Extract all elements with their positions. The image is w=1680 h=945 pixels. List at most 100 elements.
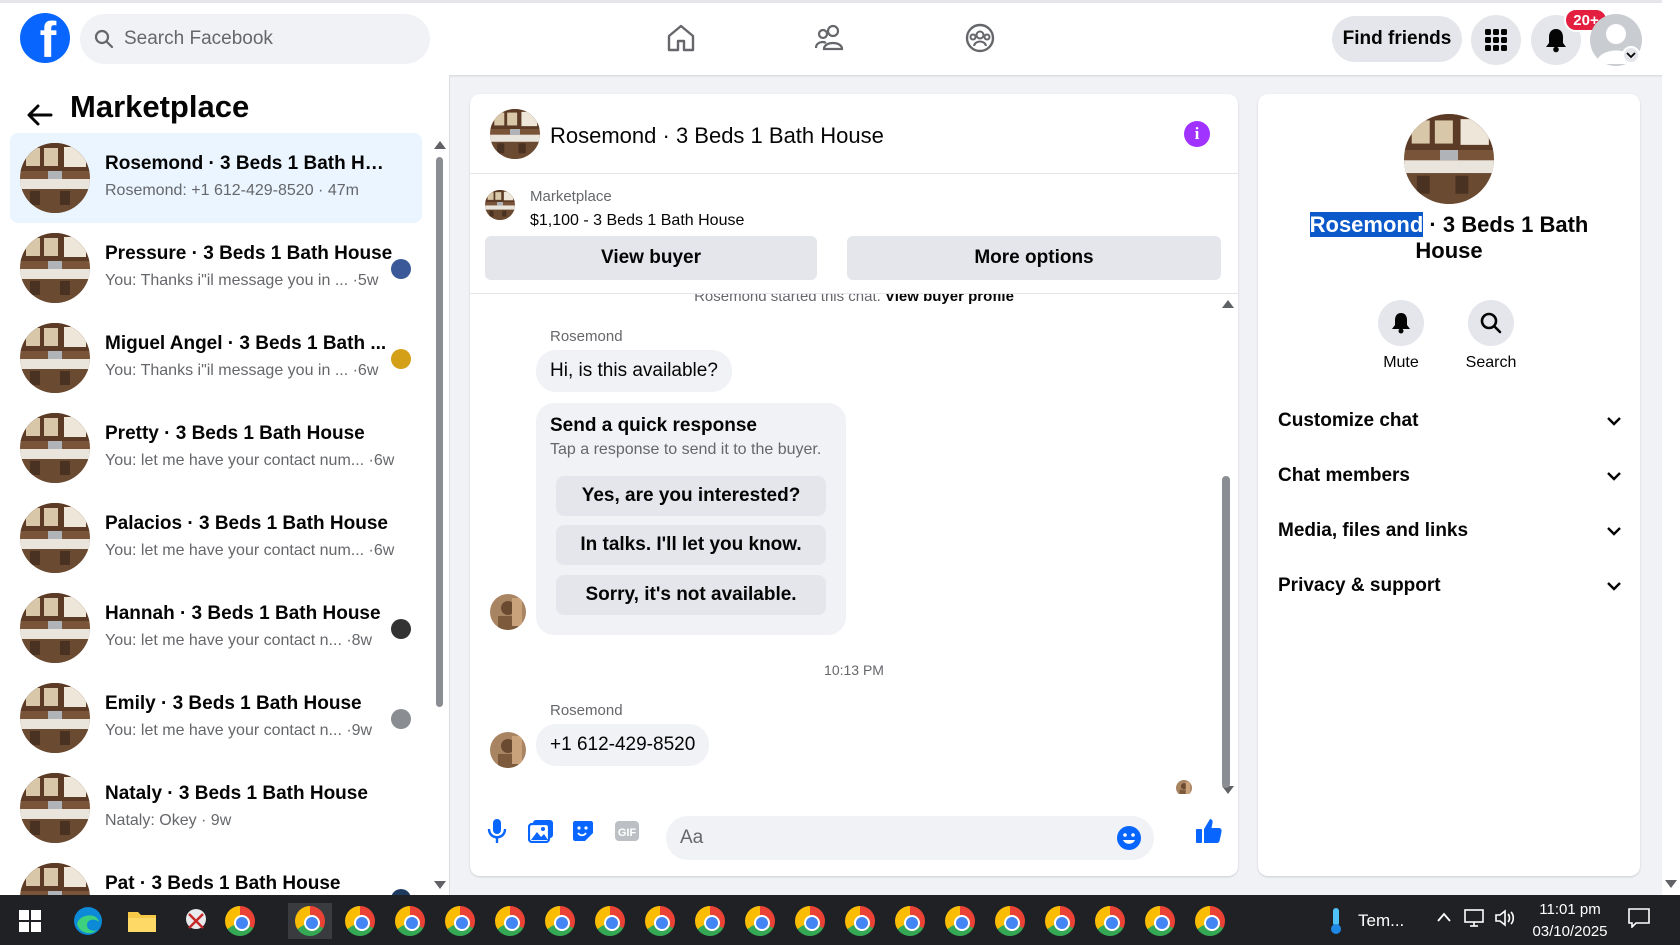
network-icon[interactable] [1462,908,1486,933]
chevron-up-icon[interactable] [1436,910,1452,928]
bell-icon[interactable] [1378,300,1424,346]
scroll-down-arrow[interactable] [1665,880,1677,888]
chrome-window-icon[interactable] [218,903,262,939]
listing-thumbnail [20,323,90,393]
message-bubble[interactable]: +1 612-429-8520 [536,724,710,766]
chat-list-item[interactable]: Emily · 3 Beds 1 Bath House You: let me h… [10,673,422,763]
chrome-icon [445,906,475,936]
privacy-support-section[interactable]: Privacy & support [1278,566,1622,606]
chrome-window-icon[interactable] [288,903,332,939]
friends-icon[interactable] [808,18,852,58]
chat-list-item[interactable]: Miguel Angel · 3 Beds 1 Bath ... You: Tha… [10,313,422,403]
chrome-window-icon[interactable] [738,903,782,939]
customize-chat-section[interactable]: Customize chat [1278,401,1622,441]
search-icon[interactable] [1468,300,1514,346]
gif-icon[interactable]: GIF [612,816,642,846]
quick-response-option[interactable]: In talks. I'll let you know. [556,525,826,565]
sticker-icon[interactable] [568,816,598,846]
volume-icon[interactable] [1494,908,1518,933]
chrome-window-icon[interactable] [488,903,532,939]
chrome-window-icon[interactable] [1038,903,1082,939]
chrome-window-icon[interactable] [938,903,982,939]
quick-response-option[interactable]: Yes, are you interested? [556,476,826,516]
buyer-avatar[interactable] [490,732,526,768]
chevron-down-icon[interactable] [1622,46,1640,64]
weather-widget[interactable]: Tem... [1326,906,1436,936]
chrome-window-icon[interactable] [688,903,732,939]
chrome-window-icon[interactable] [338,903,382,939]
media-files-links-section[interactable]: Media, files and links [1278,511,1622,551]
mute-action[interactable]: Mute [1366,300,1436,372]
snipping-tool-icon[interactable] [178,903,214,939]
scroll-up-arrow[interactable] [1222,300,1234,308]
windows-start-icon[interactable] [12,903,48,939]
emoji-icon[interactable] [1116,825,1142,856]
find-friends-button[interactable]: Find friends [1332,16,1462,62]
chat-members-section[interactable]: Chat members [1278,456,1622,496]
chrome-window-icon[interactable] [588,903,632,939]
conversation-title[interactable]: Rosemond · 3 Beds 1 Bath House [550,123,884,149]
listing-large-thumbnail[interactable] [1404,114,1494,204]
chat-name: Miguel Angel · 3 Beds 1 Bath ... [105,333,387,354]
listing-thumbnail [20,233,90,303]
notification-center-icon[interactable] [1628,908,1650,933]
chrome-window-icon[interactable] [388,903,432,939]
back-arrow-icon[interactable] [22,97,58,133]
thumbs-up-icon[interactable] [1194,816,1224,846]
photo-icon[interactable] [526,816,556,846]
chat-preview: You: let me have your contact num... ·6w [105,542,395,559]
message-input[interactable] [680,816,1080,860]
chrome-icon [225,906,255,936]
chrome-window-icon[interactable] [1088,903,1132,939]
message-bubble[interactable]: Hi, is this available? [536,350,732,392]
more-options-button[interactable]: More options [847,236,1221,280]
chat-list-item[interactable]: Pat · 3 Beds 1 Bath House [10,853,422,895]
chrome-window-icon[interactable] [888,903,932,939]
chrome-window-icon[interactable] [1138,903,1182,939]
message-input-box[interactable] [666,816,1154,860]
chat-info-panel: Rosemond · 3 Beds 1 Bath House Mute Sear… [1258,94,1640,876]
quick-response-option[interactable]: Sorry, it's not available. [556,575,826,615]
chat-list-item[interactable]: Hannah · 3 Beds 1 Bath House You: let me … [10,583,422,673]
seen-avatar [1176,780,1192,794]
chat-list-item[interactable]: Rosemond · 3 Beds 1 Bath House Rosemond: … [10,133,422,223]
chrome-window-icon[interactable] [838,903,882,939]
scrollbar-thumb[interactable] [436,157,443,707]
chat-list-item[interactable]: Nataly · 3 Beds 1 Bath House Nataly: Okey… [10,763,422,853]
edge-browser-icon[interactable] [70,903,106,939]
chrome-window-icon[interactable] [538,903,582,939]
chat-preview: You: let me have your contact n... ·8w [105,632,373,649]
scroll-down-arrow[interactable] [434,881,446,889]
seen-avatar [391,619,411,639]
search-input[interactable] [124,28,404,50]
taskbar-clock[interactable]: 11:01 pm 03/10/2025 [1525,899,1615,943]
chat-list-item[interactable]: Pretty · 3 Beds 1 Bath House You: let me … [10,403,422,493]
search-box[interactable] [80,14,430,64]
chat-started-text: Rosemond started this chat. [694,294,881,305]
chrome-window-icon[interactable] [988,903,1032,939]
microphone-icon[interactable] [482,816,512,846]
search-action[interactable]: Search [1456,300,1526,372]
groups-icon[interactable] [958,18,1002,58]
listing-thumbnail[interactable] [490,109,540,159]
chrome-window-icon[interactable] [638,903,682,939]
view-buyer-profile-link[interactable]: View buyer profile [885,294,1014,305]
chat-list-item[interactable]: Palacios · 3 Beds 1 Bath House You: let m… [10,493,422,583]
chat-list-item[interactable]: Pressure · 3 Beds 1 Bath House You: Thank… [10,223,422,313]
home-icon[interactable] [659,18,703,58]
view-buyer-button[interactable]: View buyer [485,236,817,280]
chrome-window-icon[interactable] [438,903,482,939]
scroll-up-arrow[interactable] [434,141,446,149]
chat-preview: Nataly: Okey · 9w [105,812,232,829]
scrollbar-thumb[interactable] [1222,476,1230,788]
chrome-window-icon[interactable] [1188,903,1232,939]
chrome-icon [995,906,1025,936]
buyer-avatar[interactable] [490,594,526,630]
facebook-logo-icon[interactable]: f [20,13,70,63]
page-scrollbar[interactable] [1662,0,1680,895]
info-icon[interactable]: i [1184,121,1210,147]
apps-grid-icon[interactable] [1471,15,1521,65]
chrome-window-icon[interactable] [788,903,832,939]
file-explorer-icon[interactable] [124,903,160,939]
chat-name: Nataly · 3 Beds 1 Bath House [105,783,368,804]
